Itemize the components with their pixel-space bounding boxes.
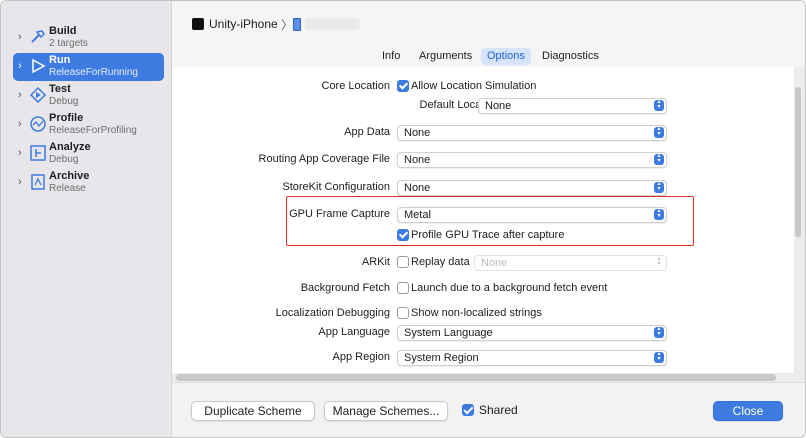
close-button[interactable]: Close — [713, 401, 783, 421]
sidebar-item-subtitle: ReleaseForProfiling — [49, 125, 137, 136]
routing-coverage-value: None — [404, 154, 431, 166]
chevron-up-down-icon: ▴ ▾ — [657, 256, 661, 267]
gauge-icon — [30, 116, 46, 132]
background-fetch-checkbox[interactable] — [397, 282, 409, 294]
tab-info[interactable]: Info — [376, 48, 406, 65]
arkit-label: ARKit — [361, 256, 390, 268]
scheme-header: Unity-iPhone 〉 — [172, 1, 805, 46]
sidebar-item-subtitle: 2 targets — [49, 38, 88, 49]
app-region-value: System Region — [404, 352, 479, 364]
chevron-right-icon[interactable]: › — [18, 118, 22, 130]
manage-schemes-button[interactable]: Manage Schemes... — [324, 401, 448, 421]
analyze-icon — [30, 145, 46, 161]
show-non-localized-label: Show non-localized strings — [411, 307, 542, 319]
arkit-replay-select: None ▴ ▾ — [474, 255, 667, 271]
chevron-up-down-icon: ▴ ▾ — [654, 326, 664, 338]
sidebar-item-analyze[interactable]: › Analyze Debug — [13, 140, 164, 168]
unity-logo-icon — [192, 18, 204, 30]
tab-bar: Info Arguments Options Diagnostics — [172, 45, 805, 67]
routing-coverage-label: Routing App Coverage File — [258, 153, 390, 165]
chevron-right-icon[interactable]: › — [18, 31, 22, 43]
diamond-icon — [29, 86, 47, 104]
show-non-localized-checkbox[interactable] — [397, 307, 409, 319]
allow-location-simulation-label: Allow Location Simulation — [411, 80, 537, 92]
shared-checkbox[interactable] — [462, 404, 474, 416]
storekit-configuration-select[interactable]: None ▴ ▾ — [397, 180, 667, 196]
tab-arguments[interactable]: Arguments — [413, 48, 478, 65]
scheme-actions-sidebar: › Build 2 targets › Run ReleaseForRunnin… — [1, 1, 172, 437]
sidebar-item-subtitle: ReleaseForRunning — [49, 67, 138, 78]
replay-data-label: Replay data — [411, 256, 470, 268]
background-fetch-label: Background Fetch — [300, 282, 390, 294]
archive-icon — [31, 174, 45, 190]
replay-data-checkbox[interactable] — [397, 256, 409, 268]
app-region-label: App Region — [332, 351, 391, 363]
app-data-select[interactable]: None ▴ ▾ — [397, 125, 667, 141]
sidebar-item-profile[interactable]: › Profile ReleaseForProfiling — [13, 111, 164, 139]
redacted-device-name[interactable] — [305, 18, 360, 30]
dialog-footer: Duplicate Scheme Manage Schemes... Share… — [172, 382, 805, 437]
breadcrumb-separator: 〉 — [281, 18, 294, 32]
app-data-label: App Data — [344, 126, 390, 138]
chevron-right-icon[interactable]: › — [18, 60, 22, 72]
storekit-configuration-value: None — [404, 182, 431, 194]
background-fetch-option-label: Launch due to a background fetch event — [411, 282, 608, 294]
sidebar-item-archive[interactable]: › Archive Release — [13, 169, 164, 197]
app-data-value: None — [404, 127, 431, 139]
localization-debugging-label: Localization Debugging — [275, 307, 390, 319]
arkit-replay-value: None — [481, 257, 508, 269]
scheme-editor-window: › Build 2 targets › Run ReleaseForRunnin… — [0, 0, 806, 438]
sidebar-item-title: Test — [49, 83, 71, 95]
chevron-up-down-icon: ▴ ▾ — [654, 351, 664, 363]
chevron-up-down-icon: ▴ ▾ — [654, 181, 664, 193]
sidebar-item-subtitle: Debug — [49, 96, 79, 107]
storekit-configuration-label: StoreKit Configuration — [282, 181, 390, 193]
duplicate-scheme-button[interactable]: Duplicate Scheme — [191, 401, 315, 421]
chevron-up-down-icon: ▴ ▾ — [654, 126, 664, 138]
core-location-label: Core Location — [321, 80, 391, 92]
sidebar-item-subtitle: Debug — [49, 154, 79, 165]
vertical-scrollbar[interactable] — [795, 87, 801, 237]
app-language-value: System Language — [404, 327, 493, 339]
chevron-up-down-icon: ▴ ▾ — [654, 153, 664, 165]
shared-label: Shared — [479, 403, 518, 417]
sidebar-item-title: Run — [49, 54, 71, 66]
sidebar-item-title: Analyze — [49, 141, 91, 153]
play-icon — [32, 58, 46, 74]
hammer-icon — [31, 30, 45, 43]
horizontal-scrollbar[interactable] — [176, 374, 776, 381]
tab-diagnostics[interactable]: Diagnostics — [536, 48, 605, 65]
chevron-up-down-icon: ▴ ▾ — [654, 99, 664, 111]
routing-coverage-select[interactable]: None ▴ ▾ — [397, 152, 667, 168]
sidebar-item-title: Build — [49, 25, 77, 37]
default-location-select[interactable]: None ▴ ▾ — [478, 98, 667, 114]
chevron-right-icon[interactable]: › — [18, 176, 22, 188]
tab-options[interactable]: Options — [481, 48, 531, 65]
app-language-select[interactable]: System Language ▴ ▾ — [397, 325, 667, 341]
chevron-right-icon[interactable]: › — [18, 89, 22, 101]
chevron-right-icon[interactable]: › — [18, 147, 22, 159]
app-language-label: App Language — [318, 326, 390, 338]
sidebar-item-run[interactable]: › Run ReleaseForRunning — [13, 53, 164, 81]
sidebar-item-test[interactable]: › Test Debug — [13, 82, 164, 110]
sidebar-item-title: Archive — [49, 170, 90, 182]
app-region-select[interactable]: System Region ▴ ▾ — [397, 350, 667, 366]
allow-location-simulation-checkbox[interactable] — [397, 80, 409, 92]
default-location-value: None — [485, 100, 512, 112]
sidebar-item-build[interactable]: › Build 2 targets — [13, 24, 164, 52]
sidebar-item-subtitle: Release — [49, 183, 86, 194]
device-icon — [293, 18, 301, 31]
breadcrumb-target[interactable]: Unity-iPhone — [209, 17, 278, 31]
sidebar-item-title: Profile — [49, 112, 84, 124]
gpu-capture-highlight-box — [286, 196, 694, 246]
